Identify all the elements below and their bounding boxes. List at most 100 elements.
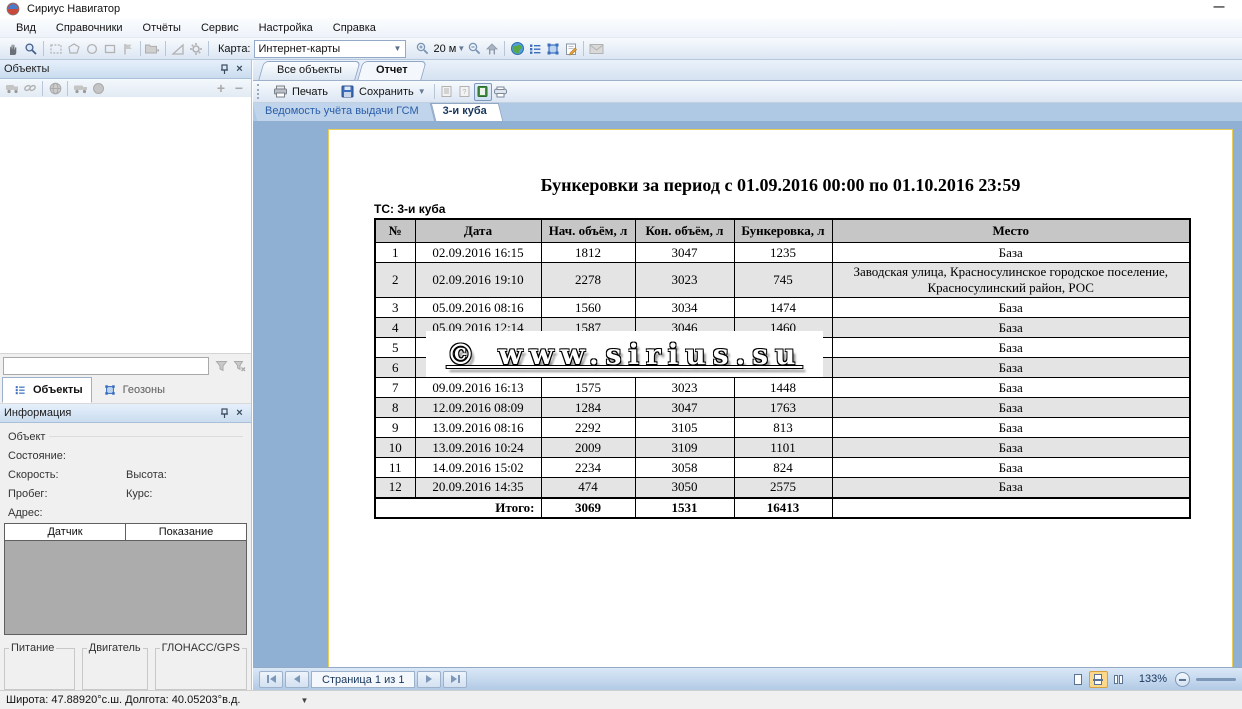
close-icon[interactable]: ×	[232, 406, 247, 420]
menu-item[interactable]: Сервис	[191, 19, 249, 37]
object-list-icon[interactable]	[526, 40, 544, 58]
chevron-down-icon[interactable]: ▼	[391, 41, 405, 57]
globe-icon	[46, 79, 64, 97]
course-label: Курс:	[126, 488, 243, 500]
tab-vedomost-gsm[interactable]: Ведомость учёта выдачи ГСМ	[255, 103, 433, 121]
tab-all-objects[interactable]: Все объекты	[261, 61, 358, 80]
page-settings-icon	[438, 83, 456, 101]
report-params-icon[interactable]	[474, 83, 492, 101]
sensor-table-header: Датчик Показание	[5, 524, 246, 541]
zoom-out-button[interactable]	[1175, 672, 1190, 687]
edit-note-icon[interactable]	[562, 40, 580, 58]
col-num: №	[375, 219, 415, 243]
coordinates-text: Широта: 47.88920°с.ш. Долгота: 40.05203°…	[6, 694, 240, 706]
first-page-button[interactable]	[259, 671, 283, 688]
filter-input[interactable]	[3, 357, 209, 375]
cell-place: База	[832, 338, 1190, 358]
gear-icon	[187, 40, 205, 58]
watermark: © www.sirius.su	[426, 331, 823, 377]
pin-icon[interactable]	[217, 62, 232, 76]
last-page-button[interactable]	[443, 671, 467, 688]
clear-filter-icon	[230, 357, 248, 375]
filter-icon	[212, 357, 230, 375]
filter-row	[0, 354, 251, 378]
info-panel-title: Информация	[4, 407, 217, 419]
cell-date: 02.09.2016 19:10	[415, 263, 541, 298]
close-icon[interactable]: ×	[232, 62, 247, 76]
report-title: Бункеровки за период с 01.09.2016 00:00 …	[329, 175, 1232, 196]
minimize-button[interactable]: —	[1210, 1, 1228, 15]
application-window: Сириус Навигатор — ВидСправочникиОтчётыС…	[0, 0, 1242, 709]
geozone-icon	[101, 381, 119, 399]
fit-width-view-button[interactable]	[1089, 671, 1108, 688]
cell-num: 3	[375, 298, 415, 318]
tab-all-objects-label: Все объекты	[277, 64, 342, 76]
cell-place: Заводская улица, Красносулинское городск…	[832, 263, 1190, 298]
table-row: 10 13.09.2016 10:24 2009 3109 1101 База	[375, 438, 1190, 458]
chevron-down-icon[interactable]: ▼	[457, 44, 465, 53]
reading-col-header: Показание	[126, 524, 246, 540]
tab-3i-kuba[interactable]: 3-и куба	[433, 103, 501, 121]
engine-groupbox: Двигатель	[82, 642, 148, 690]
home-icon[interactable]	[483, 40, 501, 58]
tab-geozones[interactable]: Геозоны	[92, 377, 174, 403]
zoom-in-icon[interactable]	[414, 40, 432, 58]
toolbar-separator	[43, 41, 44, 56]
tab-report[interactable]: Отчет	[360, 61, 424, 80]
col-date: Дата	[415, 219, 541, 243]
menu-item[interactable]: Вид	[6, 19, 46, 37]
cell-num: 4	[375, 318, 415, 338]
cell-bunkering: 824	[734, 458, 832, 478]
cell-num: 8	[375, 398, 415, 418]
menu-item[interactable]: Справка	[323, 19, 386, 37]
pan-hand-icon[interactable]	[4, 40, 22, 58]
cell-bunkering: 1448	[734, 378, 832, 398]
save-label: Сохранить	[359, 86, 414, 98]
svg-text:?: ?	[463, 89, 467, 96]
info-fields: Объект Состояние: Скорость: Высота: Проб…	[0, 423, 251, 520]
objects-panel-title: Объекты	[4, 63, 217, 75]
zoom-slider[interactable]	[1196, 678, 1236, 681]
mail-icon	[587, 40, 605, 58]
cell-end-volume: 3109	[635, 438, 734, 458]
cell-start-volume: 2009	[541, 438, 635, 458]
add-vehicle-icon	[3, 79, 21, 97]
toolbar-separator	[208, 41, 209, 56]
cell-start-volume: 1575	[541, 378, 635, 398]
map-select[interactable]: Интернет-карты ▼	[254, 40, 406, 58]
prev-page-button[interactable]	[285, 671, 309, 688]
tab-objects-label: Объекты	[33, 384, 83, 396]
geozone-icon[interactable]	[544, 40, 562, 58]
cell-place: База	[832, 298, 1190, 318]
chevron-down-icon[interactable]: ▼	[300, 696, 308, 705]
report-tab-strip: Ведомость учёта выдачи ГСМ 3-и куба	[253, 103, 1242, 121]
menu-item[interactable]: Настройка	[249, 19, 323, 37]
cell-num: 10	[375, 438, 415, 458]
toolbar-separator	[434, 84, 435, 99]
tab-objects[interactable]: Объекты	[2, 377, 92, 403]
printer-icon	[271, 83, 289, 101]
col-bunkering: Бункеровка, л	[734, 219, 832, 243]
objects-list[interactable]	[0, 97, 251, 354]
document-tab-strip: Все объекты Отчет	[253, 60, 1242, 81]
sensor-table-body[interactable]	[5, 541, 246, 634]
pin-icon[interactable]	[217, 406, 232, 420]
menu-item[interactable]: Справочники	[46, 19, 133, 37]
save-button[interactable]: Сохранить ▼	[333, 82, 431, 102]
print-button[interactable]: Печать	[266, 82, 333, 102]
report-viewport[interactable]: Бункеровки за период с 01.09.2016 00:00 …	[253, 121, 1242, 667]
page-setup-icon[interactable]	[492, 83, 510, 101]
cell-num: 9	[375, 418, 415, 438]
zoom-box-icon[interactable]	[22, 40, 40, 58]
zoom-out-icon[interactable]	[465, 40, 483, 58]
chevron-down-icon[interactable]: ▼	[418, 87, 426, 96]
multi-page-view-button[interactable]	[1109, 671, 1128, 688]
globe-icon[interactable]	[508, 40, 526, 58]
single-page-view-button[interactable]	[1069, 671, 1088, 688]
zoom-step-value[interactable]: 20 м	[434, 43, 457, 55]
map-select-label: Карта:	[218, 43, 251, 55]
cell-place: База	[832, 358, 1190, 378]
next-page-button[interactable]	[417, 671, 441, 688]
menu-item[interactable]: Отчёты	[133, 19, 191, 37]
cell-start-volume: 1560	[541, 298, 635, 318]
